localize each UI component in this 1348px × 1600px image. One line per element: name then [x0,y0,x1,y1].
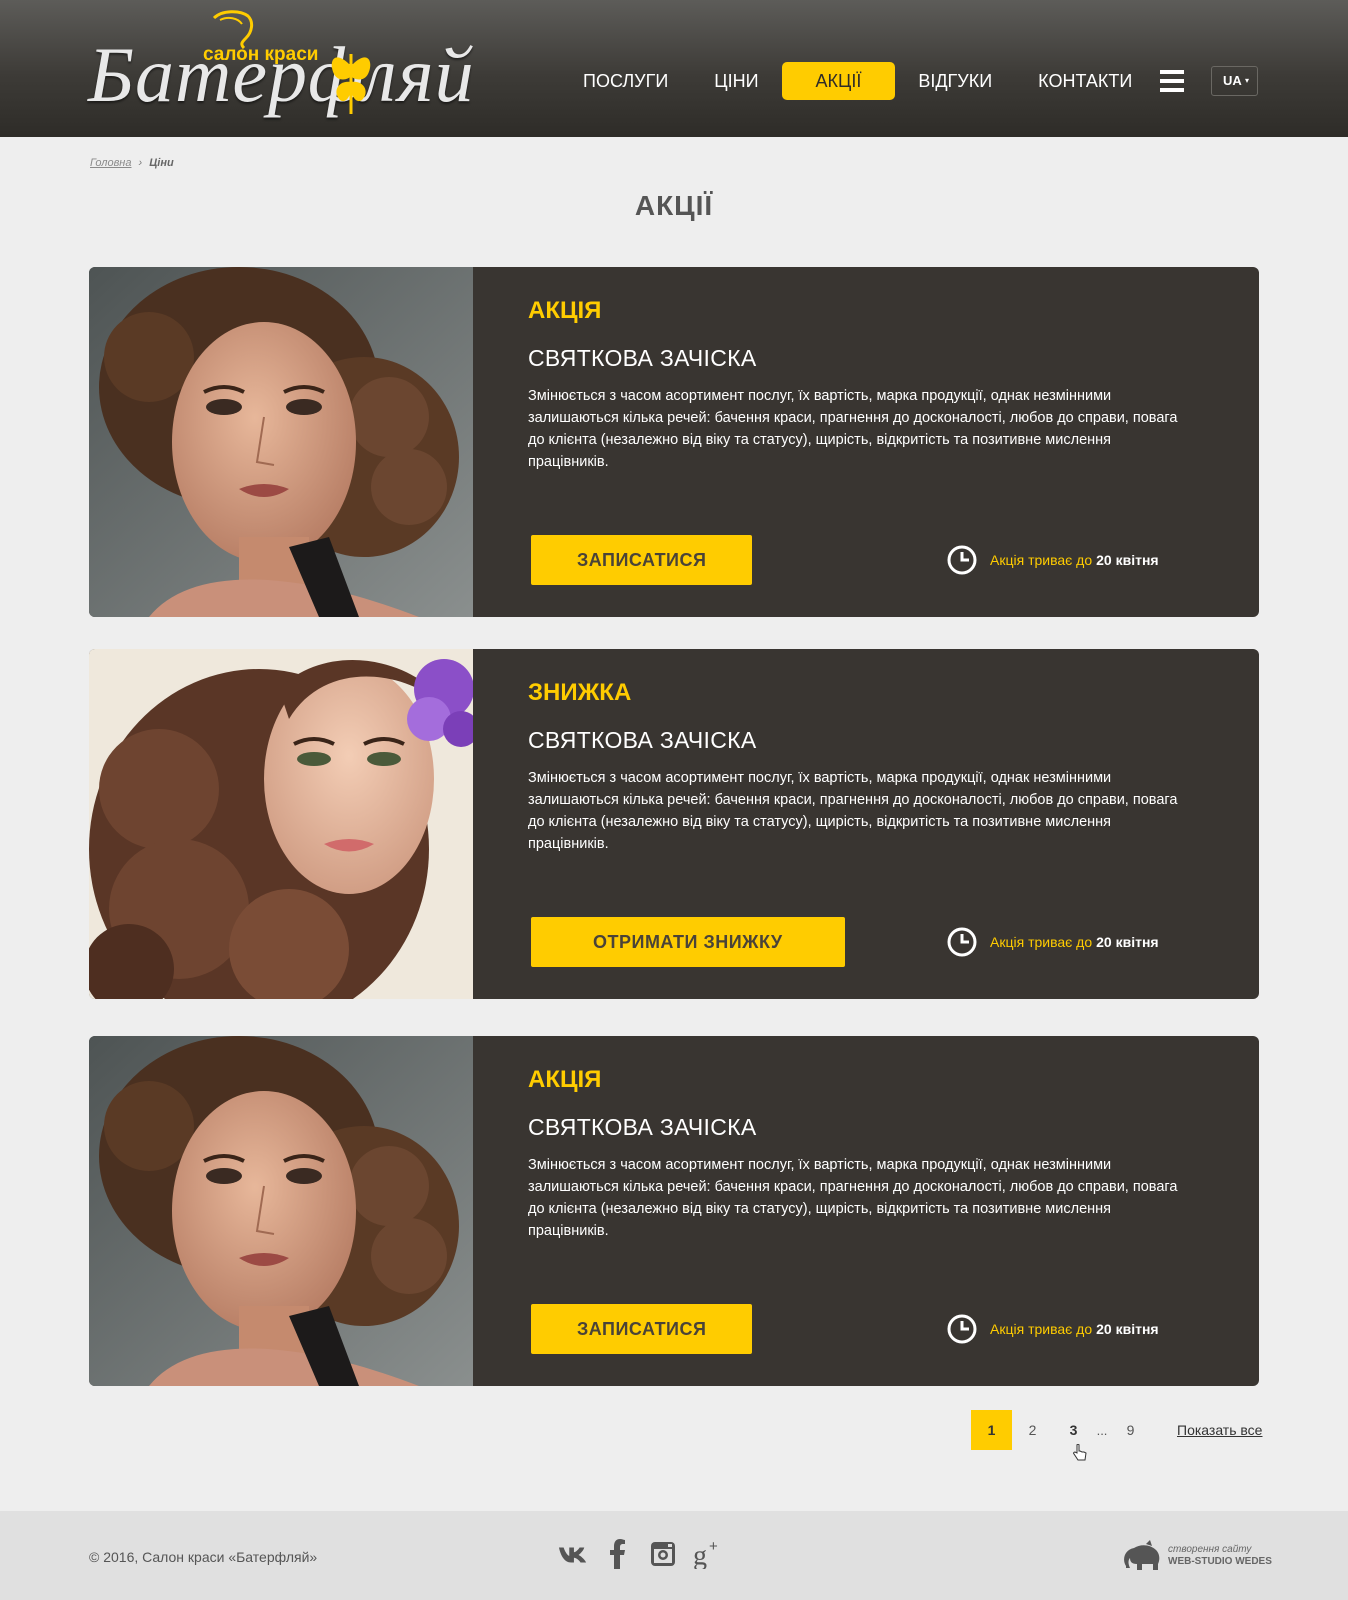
nav-item-promotions[interactable]: АКЦІЇ [781,62,896,100]
deadline-date: 20 квітня [1096,1321,1159,1337]
svg-text:g: g [693,1540,707,1569]
clock-icon [947,927,977,957]
deadline-label: Акція триває до [990,934,1093,950]
main-nav: ПОСЛУГИ ЦІНИ АКЦІЇ ВІДГУКИ КОНТАКТИ [560,62,1155,100]
sign-up-button[interactable]: ЗАПИСАТИСЯ [531,1304,753,1354]
nav-item-services[interactable]: ПОСЛУГИ [560,62,691,100]
breadcrumb-separator: › [138,157,143,169]
pointer-cursor-icon [1073,1444,1087,1461]
nav-item-reviews[interactable]: ВІДГУКИ [895,62,1015,100]
get-discount-button[interactable]: ОТРИМАТИ ЗНИЖКУ [531,917,845,967]
social-links: g + [558,1539,738,1569]
promo-image [89,649,473,999]
pagination-ellipsis: ... [1096,1422,1108,1438]
copyright: © 2016, Салон краси «Батерфляй» [89,1549,318,1565]
nav-item-contacts[interactable]: КОНТАКТИ [1015,62,1155,100]
promo-title: СВЯТКОВА ЗАЧІСКА [528,727,757,753]
breadcrumb-home[interactable]: Головна [90,157,131,169]
clock-icon [947,1314,977,1344]
promo-description: Змінюється з часом асортимент послуг, їх… [528,1157,1178,1239]
language-value: UA [1223,73,1242,88]
promo-description: Змінюється з часом асортимент послуг, їх… [528,770,1178,852]
woman-portrait-flower [89,649,473,999]
deadline-date: 20 квітня [1096,552,1159,568]
show-all-link[interactable]: Показать все [1177,1422,1262,1438]
logo-name: Батерфляй [88,31,475,118]
promo-type: ЗНИЖКА [528,679,632,706]
promo-deadline: Акція триває до 20 квітня [946,1312,1159,1346]
promo-description: Змінюється з часом асортимент послуг, їх… [528,388,1178,470]
elephant-icon [1124,1540,1160,1570]
site-header: салон краси Батерфляй ПОСЛУГИ ЦІНИ АКЦІЇ… [0,0,1348,137]
logo[interactable]: салон краси Батерфляй [88,10,488,125]
studio-tagline: створення сайту [1168,1544,1252,1555]
pagination: 1 2 3 ... 9 Показать все [971,1410,1262,1450]
facebook-icon[interactable] [603,1539,633,1569]
page-title: АКЦІЇ [634,190,714,221]
promo-deadline: Акція триває до 20 квітня [946,543,1159,577]
promo-image [89,267,473,617]
page-1-link[interactable]: 1 [971,1410,1012,1450]
promo-title: СВЯТКОВА ЗАЧІСКА [528,1114,757,1140]
deadline-label: Акція триває до [990,1321,1093,1337]
language-select[interactable]: UA ▾ [1211,66,1258,96]
page-2-link[interactable]: 2 [1012,1410,1053,1450]
nav-item-prices[interactable]: ЦІНИ [691,62,781,100]
promo-card: АКЦІЯ СВЯТКОВА ЗАЧІСКА Змінюється з часо… [89,1036,1259,1386]
studio-credit[interactable]: створення сайту WEB-STUDIO WEDES [1120,1540,1272,1572]
promo-card: АКЦІЯ СВЯТКОВА ЗАЧІСКА Змінюється з часо… [89,267,1259,617]
woman-portrait-curls [89,1036,473,1386]
vk-icon[interactable] [558,1539,588,1569]
page-9-link[interactable]: 9 [1110,1410,1151,1450]
sign-up-button[interactable]: ЗАПИСАТИСЯ [531,535,753,585]
breadcrumb-current: Ціни [149,157,174,169]
studio-name: WEB-STUDIO WEDES [1168,1556,1272,1567]
clock-icon [947,545,977,575]
promo-type: АКЦІЯ [528,297,602,324]
promo-card: ЗНИЖКА СВЯТКОВА ЗАЧІСКА Змінюється з час… [89,649,1259,999]
promo-deadline: Акція триває до 20 квітня [946,925,1159,959]
promo-type: АКЦІЯ [528,1066,602,1093]
promo-title: СВЯТКОВА ЗАЧІСКА [528,345,757,371]
svg-text:+: + [709,1539,718,1555]
google-plus-icon[interactable]: g + [693,1539,723,1569]
deadline-date: 20 квітня [1096,934,1159,950]
breadcrumb: Головна › Ціни [90,157,174,169]
promo-image [89,1036,473,1386]
butterfly-icon [331,54,371,114]
deadline-label: Акція триває до [990,552,1093,568]
chevron-down-icon: ▾ [1244,76,1249,85]
menu-icon[interactable] [1160,70,1184,92]
site-footer: © 2016, Салон краси «Батерфляй» g + створ… [0,1511,1348,1600]
instagram-icon[interactable] [648,1539,678,1569]
woman-portrait-curls [89,267,473,617]
